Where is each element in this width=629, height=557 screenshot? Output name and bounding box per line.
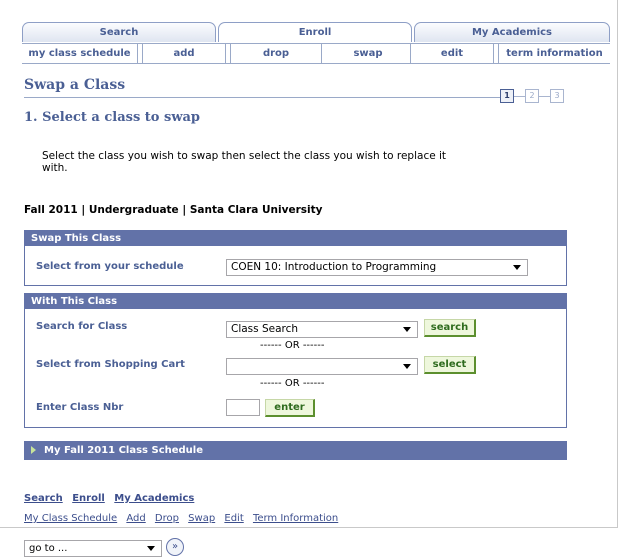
select-button[interactable]: select bbox=[424, 356, 476, 374]
subtab-term-information[interactable]: term information bbox=[498, 44, 610, 63]
swap-this-class-group: Swap This Class Select from your schedul… bbox=[24, 230, 567, 286]
frame-border-right bbox=[617, 0, 618, 527]
subtab-edit[interactable]: edit bbox=[410, 44, 494, 63]
step-3: 3 bbox=[550, 89, 564, 103]
or-separator: ------ OR ------ bbox=[260, 378, 325, 389]
title-divider bbox=[24, 97, 500, 98]
search-for-class-select[interactable]: Class Search bbox=[226, 321, 418, 338]
with-this-class-header: With This Class bbox=[25, 294, 566, 309]
bottom-link-my-academics[interactable]: My Academics bbox=[114, 493, 194, 504]
expand-triangle-icon bbox=[31, 446, 36, 454]
frame-border-bottom bbox=[0, 527, 618, 528]
bottom-link-term-information[interactable]: Term Information bbox=[253, 513, 338, 524]
bottom-nav-sub: My Class Schedule Add Drop Swap Edit Ter… bbox=[24, 513, 344, 524]
step-1: 1 bbox=[500, 89, 514, 103]
schedule-class-select[interactable]: COEN 10: Introduction to Programming bbox=[226, 259, 528, 276]
bottom-link-my-class-schedule[interactable]: My Class Schedule bbox=[24, 513, 117, 524]
bottom-link-enroll[interactable]: Enroll bbox=[72, 493, 105, 504]
chevron-down-icon bbox=[403, 327, 411, 332]
term-career-institution: Fall 2011 | Undergraduate | Santa Clara … bbox=[24, 204, 323, 216]
enter-class-nbr-label: Enter Class Nbr bbox=[36, 402, 124, 413]
bottom-nav-main: Search Enroll My Academics bbox=[24, 493, 200, 504]
goto-value: go to ... bbox=[29, 543, 68, 554]
subtab-add[interactable]: add bbox=[142, 44, 226, 63]
subtab-my-class-schedule[interactable]: my class schedule bbox=[22, 44, 138, 63]
shopping-cart-select[interactable] bbox=[226, 358, 418, 375]
enter-button[interactable]: enter bbox=[265, 399, 315, 417]
subtab-drop[interactable]: drop bbox=[230, 44, 322, 63]
bottom-link-drop[interactable]: Drop bbox=[155, 513, 179, 524]
chevron-down-icon bbox=[513, 265, 521, 270]
search-for-class-value: Class Search bbox=[231, 323, 299, 335]
class-nbr-input[interactable] bbox=[226, 399, 260, 416]
bottom-link-edit[interactable]: Edit bbox=[224, 513, 243, 524]
search-button[interactable]: search bbox=[424, 319, 476, 337]
chevron-down-icon bbox=[403, 364, 411, 369]
enroll-subtabs: my class schedule add drop swap edit ter… bbox=[22, 43, 610, 64]
tab-my-academics[interactable]: My Academics bbox=[414, 22, 610, 42]
select-from-schedule-label: Select from your schedule bbox=[36, 261, 184, 272]
bottom-link-swap[interactable]: Swap bbox=[188, 513, 215, 524]
my-class-schedule-collapsible[interactable]: My Fall 2011 Class Schedule bbox=[24, 441, 567, 460]
tab-search[interactable]: Search bbox=[22, 22, 216, 42]
chevron-down-icon bbox=[147, 546, 155, 551]
shopping-cart-label: Select from Shopping Cart bbox=[36, 359, 185, 370]
search-for-class-label: Search for Class bbox=[36, 321, 128, 332]
main-tabs: Search Enroll My Academics bbox=[22, 22, 610, 42]
tab-enroll[interactable]: Enroll bbox=[218, 22, 412, 42]
page-title: Swap a Class bbox=[24, 77, 126, 93]
bottom-link-search[interactable]: Search bbox=[24, 493, 63, 504]
step-2: 2 bbox=[525, 89, 539, 103]
go-button[interactable]: » bbox=[166, 538, 184, 556]
bottom-link-add[interactable]: Add bbox=[126, 513, 145, 524]
or-separator: ------ OR ------ bbox=[260, 340, 325, 351]
step-heading: 1. Select a class to swap bbox=[24, 110, 201, 125]
schedule-class-value: COEN 10: Introduction to Programming bbox=[231, 261, 437, 273]
schedule-bar-label: My Fall 2011 Class Schedule bbox=[44, 445, 204, 456]
subtab-swap[interactable]: swap bbox=[326, 44, 410, 63]
with-this-class-group: With This Class Search for Class Class S… bbox=[24, 293, 567, 428]
goto-select[interactable]: go to ... bbox=[24, 540, 162, 557]
instructions-text: Select the class you wish to swap then s… bbox=[42, 150, 447, 174]
swap-this-class-header: Swap This Class bbox=[25, 231, 566, 246]
